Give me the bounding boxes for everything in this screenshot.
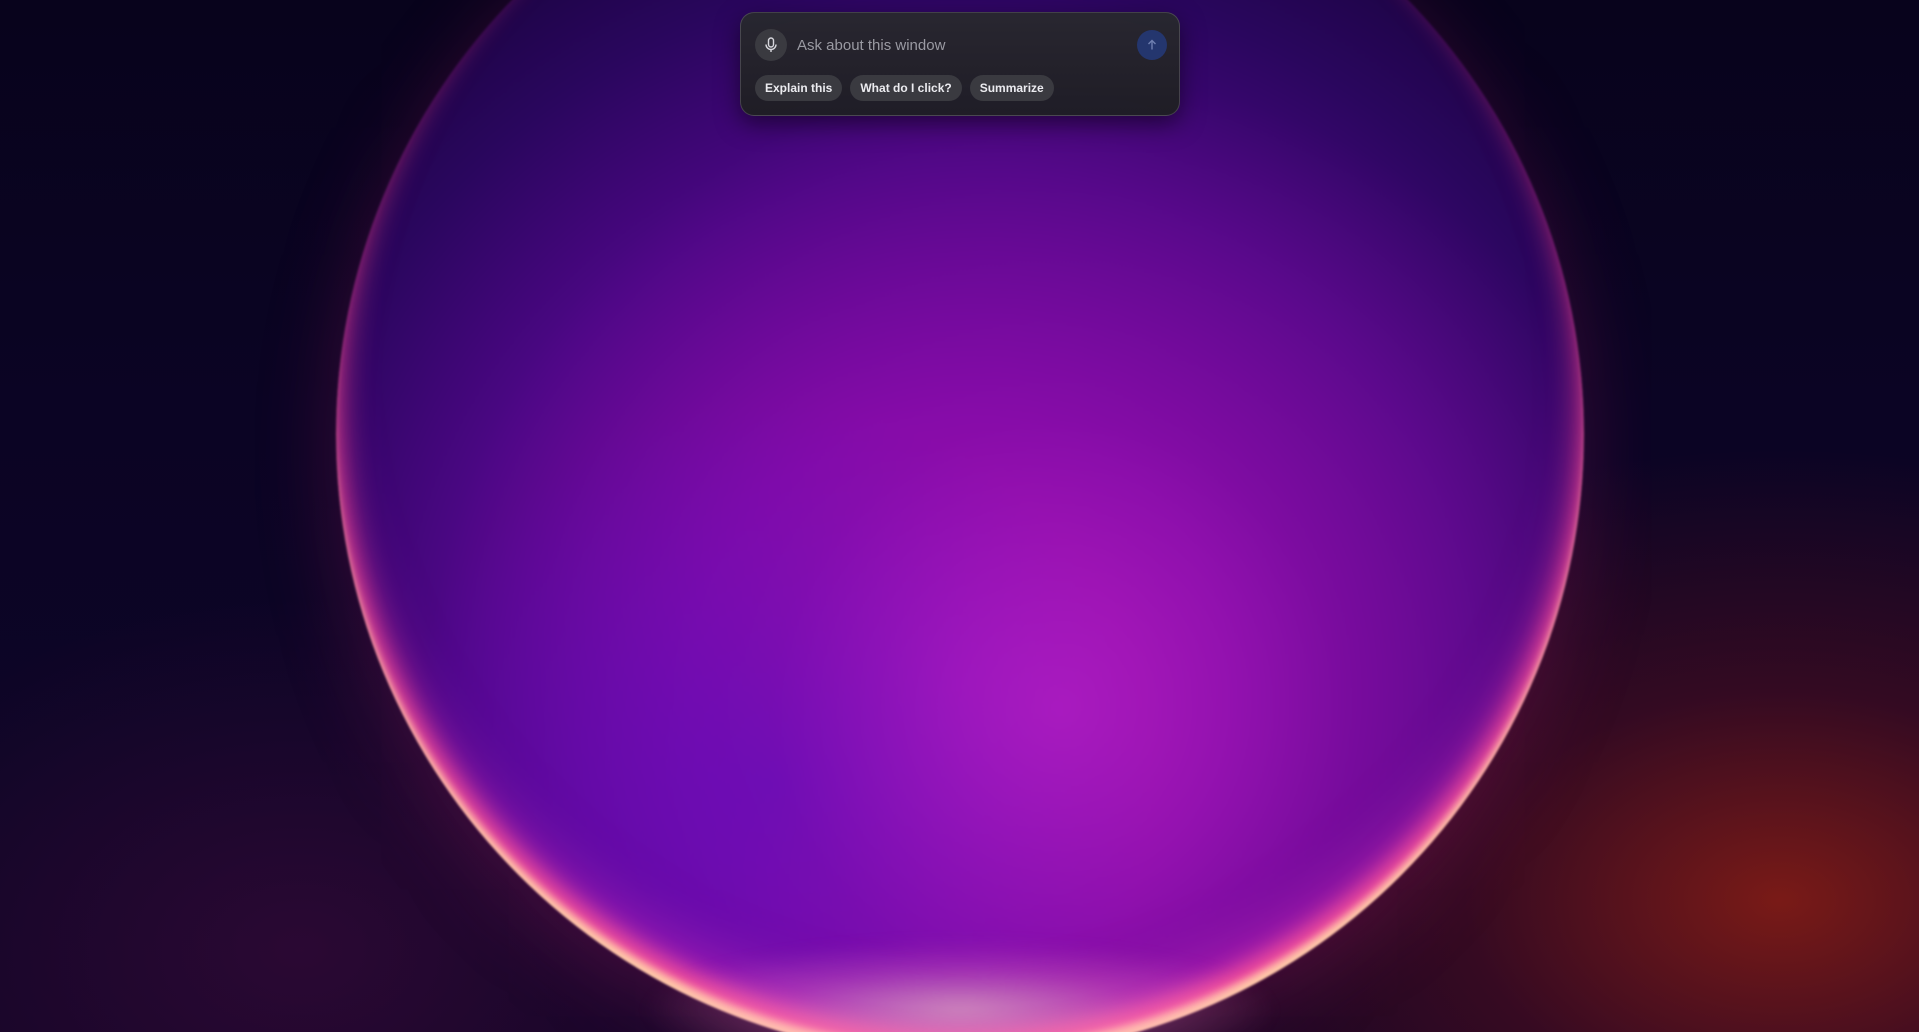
arrow-up-icon xyxy=(1148,39,1156,50)
suggestion-chip-summarize[interactable]: Summarize xyxy=(969,75,1054,101)
assistant-prompt-panel: Explain this What do I click? Summarize xyxy=(740,12,1180,116)
ask-input[interactable] xyxy=(797,31,1097,59)
suggestion-chip-what-do-i-click[interactable]: What do I click? xyxy=(850,75,962,101)
suggestion-chips: Explain this What do I click? Summarize xyxy=(755,75,1054,101)
microphone-icon xyxy=(765,37,777,52)
wallpaper-orb xyxy=(336,0,1584,1032)
send-button[interactable] xyxy=(1137,30,1167,60)
microphone-button[interactable] xyxy=(755,29,787,61)
desktop-wallpaper: Explain this What do I click? Summarize xyxy=(0,0,1919,1032)
suggestion-chip-explain-this[interactable]: Explain this xyxy=(755,75,843,101)
